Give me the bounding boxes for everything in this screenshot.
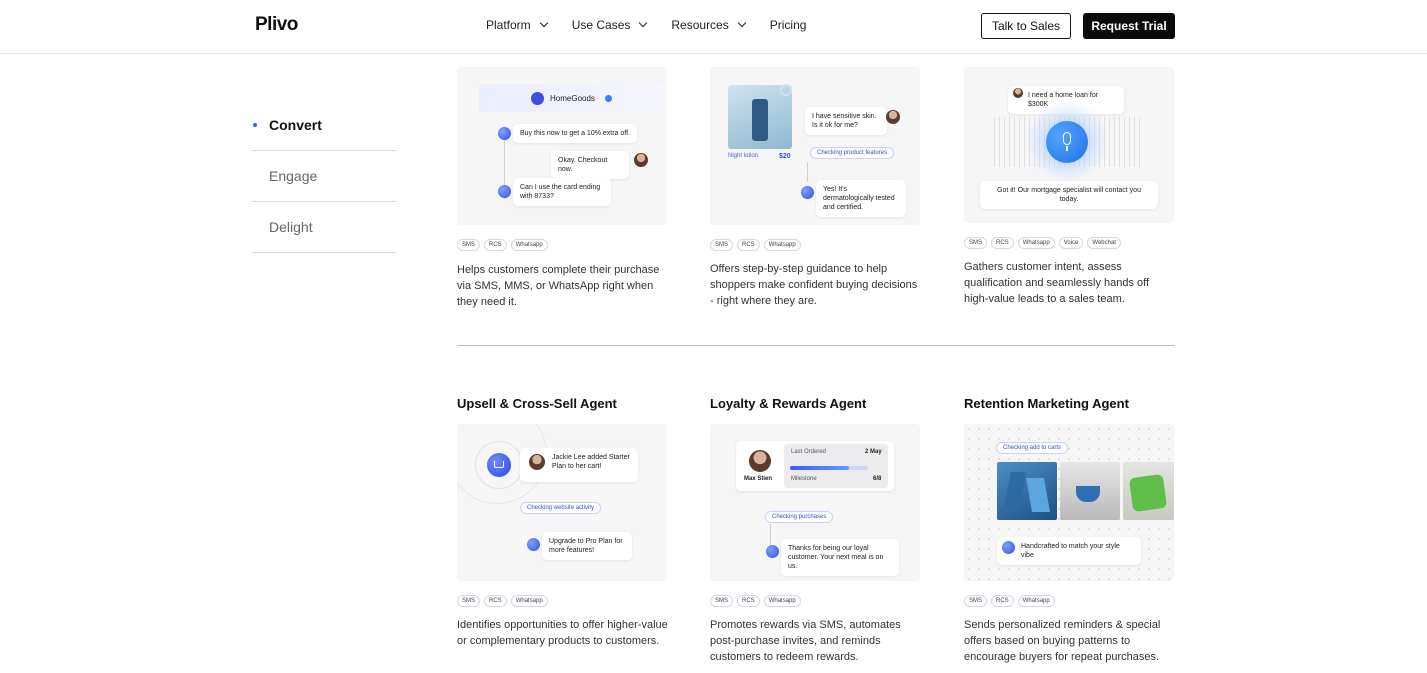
ai-agent-icon [498, 185, 511, 198]
channel-chip: RCS [484, 239, 507, 251]
card-description: Gathers customer intent, assess qualific… [964, 261, 1150, 305]
card-description: Offers step-by-step guidance to help sho… [710, 263, 918, 307]
channel-chip: SMS [964, 237, 988, 249]
customer-avatar [1013, 88, 1023, 98]
card-title: Loyalty & Rewards Agent [710, 396, 867, 411]
product-image-vases [997, 462, 1057, 520]
last-ordered-value: 2 May [865, 449, 882, 455]
card-title: Upsell & Cross-Sell Agent [457, 396, 617, 411]
chat-bubble: Can I use the card ending with 8733? [513, 178, 611, 206]
channel-chip: Whatsapp [763, 239, 801, 251]
customer-avatar [749, 450, 771, 472]
card-illustration-retention: Checking add to carts Handcrafted to mat… [964, 424, 1174, 581]
channel-chips: SMS RCS Whatsapp Voice Webchat [964, 237, 1121, 249]
product-price: $20 [779, 153, 791, 160]
channel-chip: RCS [484, 595, 507, 607]
channel-chip: SMS [964, 595, 988, 607]
card-illustration-voice: I need a home loan for $300K Got it! Our… [964, 67, 1174, 223]
customer-avatar [634, 153, 648, 167]
product-name: Night lotion [728, 153, 759, 159]
brand-name: HomeGoods [550, 94, 595, 103]
channel-chips: SMS RCS Whatsapp [457, 239, 548, 251]
ai-agent-icon [801, 186, 814, 199]
customer-name: Max Stien [744, 476, 773, 482]
status-pill: Checking website activity [520, 502, 602, 514]
last-ordered-label: Last Ordered [791, 449, 827, 455]
chevron-down-icon [737, 18, 746, 28]
chat-bubble: Thanks for being our loyal customer. You… [781, 539, 899, 576]
channel-chip: Webchat [1087, 237, 1121, 249]
ai-agent-icon [498, 127, 511, 140]
card-illustration-upsell: Jackie Lee added Starter Plan to her car… [457, 424, 667, 581]
chat-bubble: Buy this now to get a 10% extra off. [513, 124, 637, 143]
channel-chip: Whatsapp [763, 595, 801, 607]
milestone-value: 6/8 [873, 476, 882, 482]
category-sidebar: Convert Engage Delight [252, 100, 396, 253]
microphone-icon [1046, 121, 1088, 163]
customer-avatar [529, 454, 545, 470]
channel-chip: Whatsapp [510, 595, 548, 607]
channel-chip: SMS [457, 239, 481, 251]
chat-bubble: Okay. Checkout now. [551, 151, 629, 179]
nav-resources[interactable]: Resources [671, 18, 746, 32]
sidebar-item-convert[interactable]: Convert [252, 100, 396, 151]
product-image-cup [1060, 462, 1120, 520]
milestone-progress-fill [790, 466, 849, 470]
milestone-label: Milestone [791, 476, 817, 482]
sidebar-item-delight[interactable]: Delight [252, 202, 396, 253]
talk-to-sales-button[interactable]: Talk to Sales [981, 13, 1071, 39]
channel-chip: RCS [737, 239, 760, 251]
card-description: Promotes rewards via SMS, automates post… [710, 619, 901, 663]
chevron-down-icon [539, 18, 548, 28]
homegoods-logo-icon [531, 92, 544, 105]
channel-chip: RCS [737, 595, 760, 607]
channel-chips: SMS RCS Whatsapp [964, 595, 1055, 607]
channel-chip: RCS [991, 237, 1014, 249]
channel-chip: SMS [457, 595, 481, 607]
chat-bubble: Yes! It's dermatologically tested and ce… [816, 180, 906, 217]
chat-bubble: Upgrade to Pro Plan for more features! [542, 532, 632, 560]
product-image-pillow [1123, 462, 1174, 520]
channel-chip: Whatsapp [1017, 237, 1055, 249]
chat-bubble: I have sensitive skin. Is it ok for me? [805, 107, 887, 135]
status-pill: Checking product features [810, 147, 895, 159]
chat-bubble: Handcrafted to match your style vibe [997, 537, 1141, 565]
status-pill: Checking add to carts [996, 442, 1069, 454]
channel-chips: SMS RCS Whatsapp [710, 595, 801, 607]
chat-bubble: Got it! Our mortgage specialist will con… [980, 181, 1158, 209]
ai-agent-icon [766, 545, 779, 558]
channel-chip: Whatsapp [510, 239, 548, 251]
nav-platform[interactable]: Platform [486, 18, 548, 32]
card-illustration-guidance: Night lotion $20 I have sensitive skin. … [710, 67, 920, 225]
chevron-down-icon [639, 18, 648, 28]
main-nav: Platform Use Cases Resources Pricing [486, 18, 831, 32]
card-title: Retention Marketing Agent [964, 396, 1129, 411]
channel-chip: SMS [710, 595, 734, 607]
nav-use-cases[interactable]: Use Cases [572, 18, 648, 32]
customer-avatar [886, 110, 900, 124]
channel-chip: Whatsapp [1017, 595, 1055, 607]
card-illustration-checkout: HomeGoods Buy this now to get a 10% extr… [457, 67, 667, 225]
channel-chips: SMS RCS Whatsapp [710, 239, 801, 251]
ai-agent-icon [527, 538, 540, 551]
section-divider [457, 345, 1174, 346]
status-pill: Checking purchases [765, 511, 834, 523]
card-description: Helps customers complete their purchase … [457, 264, 660, 308]
channel-chip: RCS [991, 595, 1014, 607]
request-trial-button[interactable]: Request Trial [1083, 13, 1175, 39]
channel-chip: Voice [1058, 237, 1084, 249]
cart-icon [487, 453, 511, 477]
top-header: Plivo Platform Use Cases Resources Prici… [0, 0, 1427, 54]
verified-icon [605, 95, 612, 102]
channel-chips: SMS RCS Whatsapp [457, 595, 548, 607]
milestone-progress-bar [790, 466, 868, 470]
plivo-logo[interactable]: Plivo [255, 14, 298, 36]
card-illustration-loyalty: Max Stien Last Ordered 2 May Milestone 6… [710, 424, 920, 581]
ai-agent-icon [1002, 541, 1015, 554]
card-description: Identifies opportunities to offer higher… [457, 619, 668, 647]
sidebar-item-engage[interactable]: Engage [252, 151, 396, 202]
channel-chip: SMS [710, 239, 734, 251]
nav-pricing[interactable]: Pricing [770, 18, 807, 32]
card-description: Sends personalized reminders & special o… [964, 619, 1161, 663]
